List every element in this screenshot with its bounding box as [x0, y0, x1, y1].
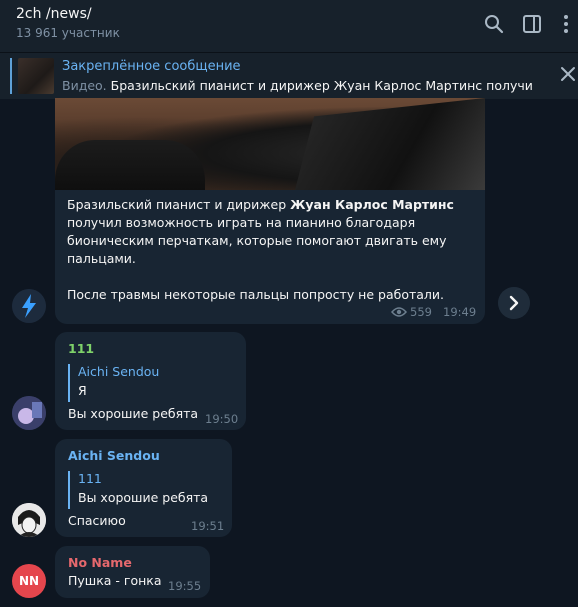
post-line-2: получил возможность играть на пианино бл… — [67, 215, 416, 230]
pinned-message[interactable]: Закреплённое сообщение Видео. Бразильски… — [0, 52, 578, 99]
reply-text: Я — [78, 383, 87, 398]
member-count: 13 961 участник — [16, 26, 120, 40]
sender-name[interactable]: 111 — [68, 341, 94, 356]
user-avatar-aichi[interactable] — [12, 503, 46, 537]
user-avatar-111[interactable] — [12, 396, 46, 430]
message-bubble-111: 111 Aichi Sendou Я Вы хорошие ребята 19:… — [55, 332, 246, 430]
post-bubble: Бразильский пианист и дирижер Жуан Карло… — [55, 98, 485, 324]
reply-accent-bar — [68, 364, 70, 402]
post-line-1: Бразильский пианист и дирижер Жуан Карло… — [67, 196, 454, 214]
post-text-bold: Жуан Карлос Мартинс — [290, 197, 454, 212]
video-thumbnail[interactable] — [55, 98, 485, 190]
video-scene-glove — [295, 98, 485, 190]
reply-text: Вы хорошие ребята — [78, 490, 209, 505]
chat-title[interactable]: 2ch /news/ — [16, 6, 92, 22]
sender-name[interactable]: Aichi Sendou — [68, 448, 160, 463]
reply-sender[interactable]: 111 — [78, 471, 102, 486]
sidebar-toggle-icon[interactable] — [520, 12, 544, 36]
pinned-body: Бразильский пианист и дирижер Жуан Карло… — [106, 78, 532, 93]
user-avatar-noname[interactable]: NN — [12, 564, 46, 598]
pinned-prefix: Видео. — [62, 78, 107, 93]
post-line-5: После травмы некоторые пальцы попросту н… — [67, 287, 445, 302]
message-bubble-noname: No Name Пушка - гонка 19:55 — [55, 546, 210, 598]
search-icon[interactable] — [482, 12, 506, 36]
video-scene-chair — [55, 140, 205, 190]
message-text: Вы хорошие ребята — [68, 406, 199, 421]
post-time: 19:49 — [443, 305, 477, 319]
post-line-3: бионическим перчаткам, которые помогают … — [67, 233, 447, 248]
pinned-title: Закреплённое сообщение — [62, 59, 241, 74]
pinned-thumbnail — [18, 58, 54, 94]
channel-avatar[interactable] — [12, 289, 46, 323]
forward-button[interactable] — [498, 287, 530, 319]
view-count: 559 — [410, 305, 432, 319]
more-icon[interactable] — [554, 12, 578, 36]
message-time: 19:51 — [191, 519, 225, 533]
sender-name[interactable]: No Name — [68, 555, 132, 570]
views-eye-icon — [391, 307, 407, 317]
post-line-4: пальцами. — [67, 251, 136, 266]
close-icon[interactable] — [558, 64, 578, 84]
message-bubble-aichi: Aichi Sendou 111 Вы хорошие ребята Спаси… — [55, 439, 232, 537]
message-time: 19:50 — [205, 412, 239, 426]
pinned-accent-bar — [10, 58, 12, 94]
post-text-plain: Бразильский пианист и дирижер — [67, 197, 291, 212]
reply-accent-bar — [68, 471, 70, 509]
pinned-text: Видео. Бразильский пианист и дирижер Жуа… — [62, 78, 532, 93]
message-time: 19:55 — [168, 579, 202, 593]
chat-header: 2ch /news/ 13 961 участник — [0, 0, 578, 52]
message-text: Пушка - гонка — [68, 573, 162, 588]
reply-sender[interactable]: Aichi Sendou — [78, 364, 159, 379]
message-text: Спасиюо — [68, 513, 126, 528]
